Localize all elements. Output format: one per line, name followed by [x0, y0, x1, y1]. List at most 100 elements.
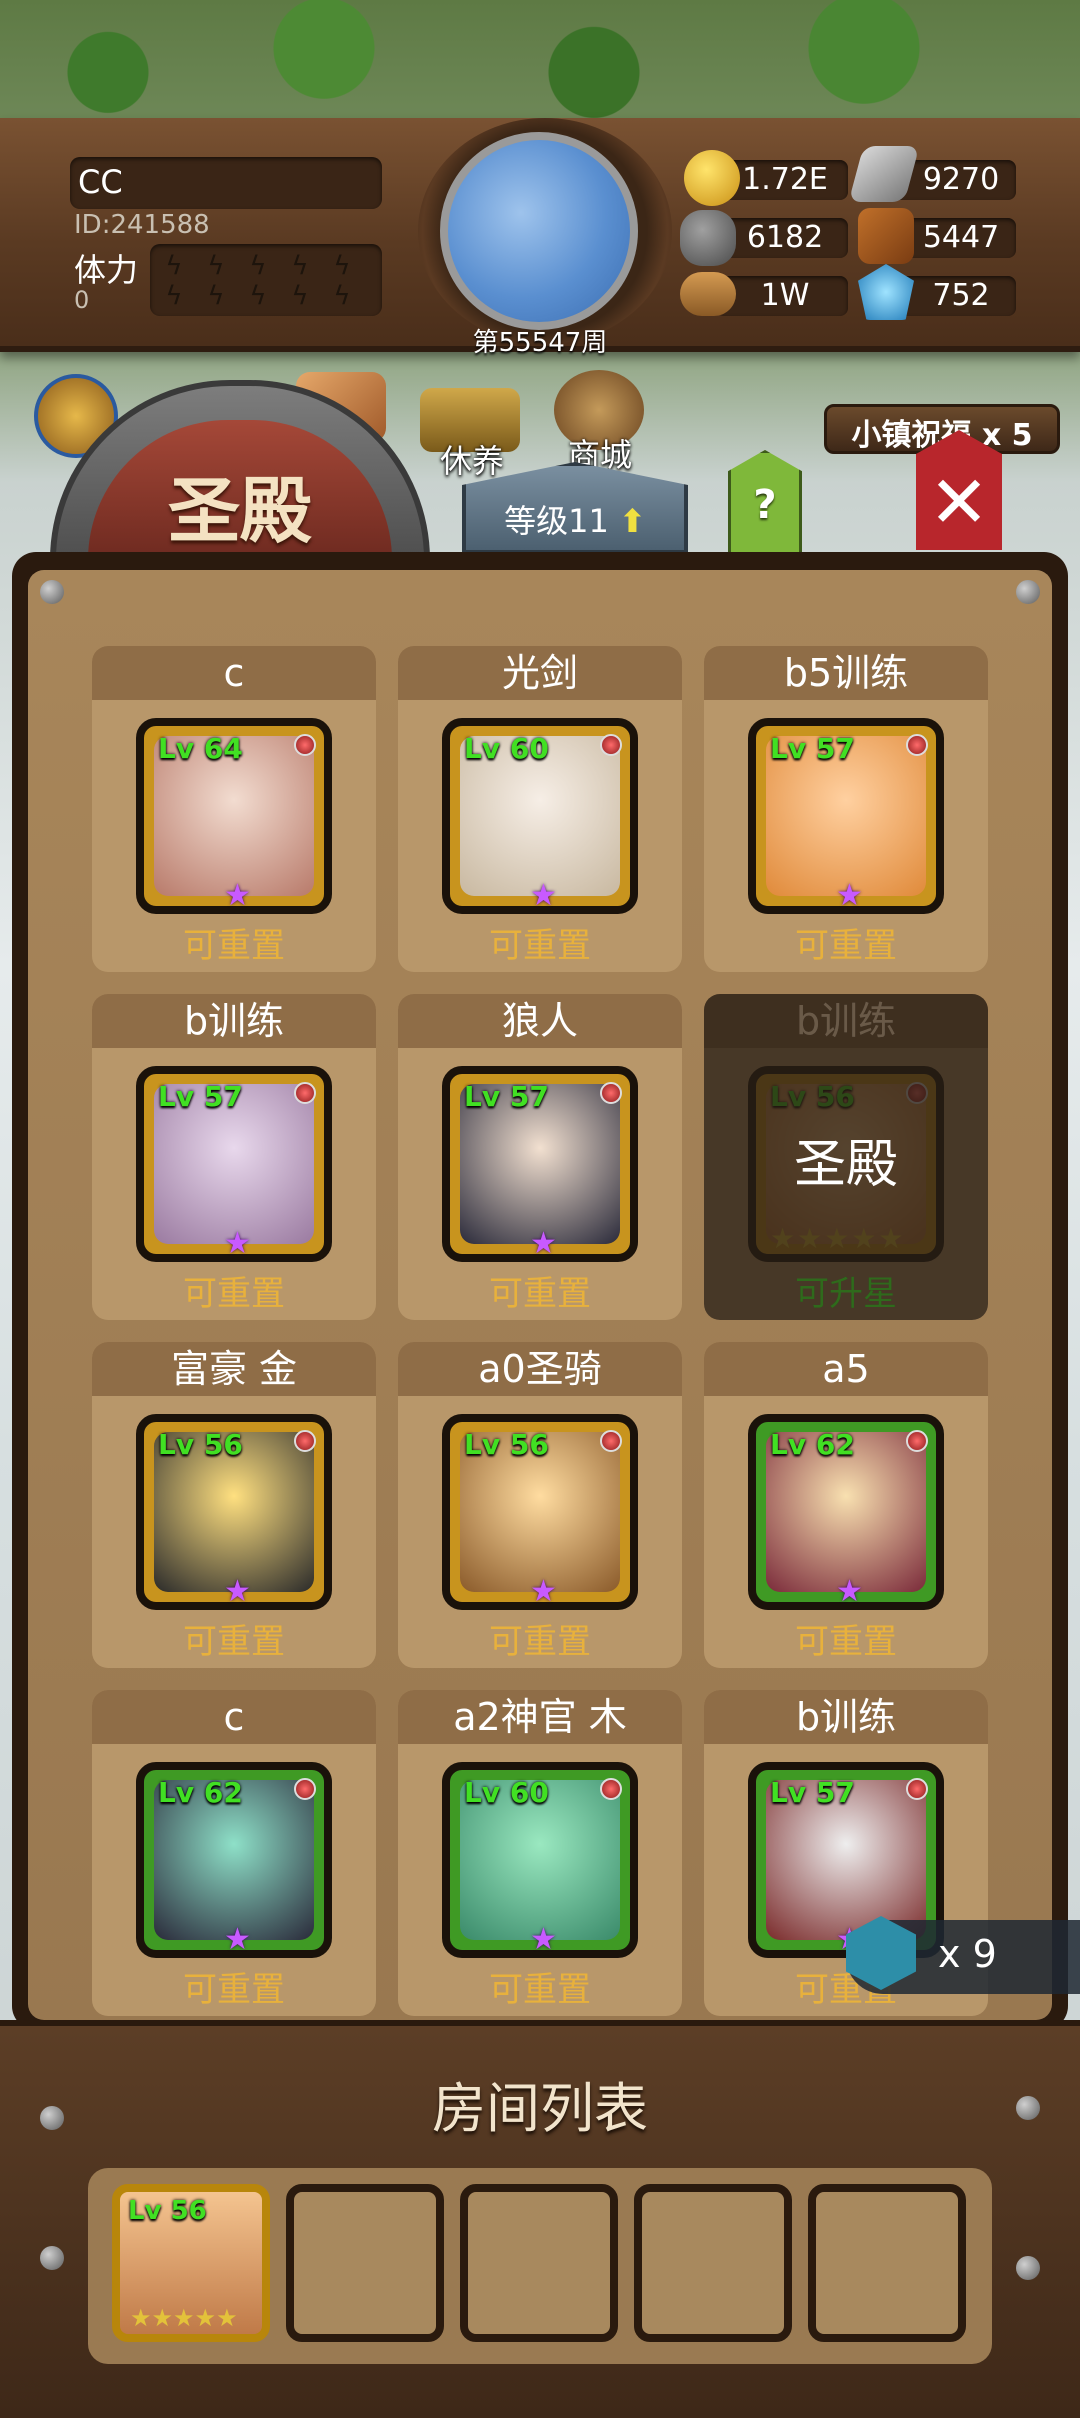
hero-card[interactable]: a2神官 木 Lv 60 ★ 可重置	[398, 1690, 682, 2016]
notification-dot	[294, 1778, 316, 1800]
star-icon: ★	[224, 1922, 251, 1957]
notification-dot	[600, 1778, 622, 1800]
notification-dot	[600, 1082, 622, 1104]
notification-dot	[294, 1082, 316, 1104]
room-slot-empty[interactable]	[634, 2184, 792, 2342]
hero-name: 富豪 金	[92, 1342, 376, 1396]
hero-portrait[interactable]: Lv 56 ★	[442, 1414, 638, 1610]
hero-status-dimmed: 可升星	[795, 1274, 897, 1314]
star-icon: ★	[530, 878, 557, 913]
hero-name: b训练	[704, 1690, 988, 1744]
room-list-title: 房间列表	[432, 2077, 648, 2140]
stone-icon	[680, 210, 736, 266]
close-icon[interactable]: ✕	[916, 462, 1002, 542]
hero-card[interactable]: 富豪 金 Lv 56 ★ 可重置	[92, 1342, 376, 1668]
star-icon: ★	[836, 878, 863, 913]
hero-card[interactable]: b5训练 Lv 57 ★ 可重置	[704, 646, 988, 972]
hero-level: Lv 57	[770, 732, 855, 765]
player-id: ID:241588	[74, 210, 210, 240]
hero-portrait[interactable]: Lv 57 ★	[442, 1066, 638, 1262]
rivet	[40, 2246, 64, 2270]
hero-name: a0圣骑	[398, 1342, 682, 1396]
leather-value: 5447	[922, 220, 1000, 255]
wood-value: 1W	[760, 278, 810, 313]
hero-status: 可重置	[183, 1274, 285, 1314]
star-icon: ★	[836, 1574, 863, 1609]
hero-level: Lv 57	[770, 1776, 855, 1809]
hero-portrait[interactable]: Lv 56 ★	[136, 1414, 332, 1610]
hero-status: 可重置	[489, 1622, 591, 1662]
star-icon: ★	[530, 1922, 557, 1957]
token-count: x 9	[938, 1932, 997, 1976]
five-star-rating: ★★★★★	[130, 2304, 238, 2332]
hero-status: 可重置	[489, 1970, 591, 2010]
player-name: CC	[78, 163, 123, 201]
hero-card[interactable]: 光剑 Lv 60 ★ 可重置	[398, 646, 682, 972]
hero-card[interactable]: 狼人 Lv 57 ★ 可重置	[398, 994, 682, 1320]
star-icon: ★	[224, 878, 251, 913]
hero-name: 狼人	[398, 994, 682, 1048]
notification-dot	[906, 734, 928, 756]
level-label[interactable]: 等级11 ⬆	[462, 496, 688, 542]
hero-card[interactable]: c Lv 64 ★ 可重置	[92, 646, 376, 972]
hero-card[interactable]: a5 Lv 62 ★ 可重置	[704, 1342, 988, 1668]
hero-portrait[interactable]: Lv 57 ★	[748, 718, 944, 914]
hero-name: c	[92, 646, 376, 700]
star-icon: ★	[530, 1574, 557, 1609]
hero-name: b5训练	[704, 646, 988, 700]
in-sanctuary-label: 圣殿	[793, 1135, 898, 1195]
page-title: 圣殿	[167, 469, 312, 553]
star-icon: ★	[224, 1574, 251, 1609]
hero-status: 可重置	[183, 1970, 285, 2010]
hero-card[interactable]: c Lv 62 ★ 可重置	[92, 1690, 376, 2016]
hero-portrait[interactable]: Lv 60 ★	[442, 718, 638, 914]
star-icon: ★	[530, 1226, 557, 1261]
hero-status: 可重置	[183, 1622, 285, 1662]
week-counter: 第55547周	[472, 328, 608, 358]
stone-value: 6182	[746, 220, 824, 255]
hero-level: Lv 64	[158, 732, 243, 765]
hero-card[interactable]: b训练 Lv 57 ★ 可重置	[92, 994, 376, 1320]
slot-level: Lv 56	[128, 2196, 207, 2226]
hero-portrait[interactable]: Lv 62 ★	[136, 1762, 332, 1958]
lightning-icon: ϟ	[291, 251, 309, 281]
hero-status: 可重置	[489, 926, 591, 966]
lightning-icon: ϟ	[249, 281, 267, 311]
iron-value: 9270	[922, 162, 1000, 197]
lightning-icon: ϟ	[207, 281, 225, 311]
lightning-icon: ϟ	[249, 251, 267, 281]
room-slot-empty[interactable]	[286, 2184, 444, 2342]
notification-dot	[600, 1430, 622, 1452]
crystal-value: 752	[932, 278, 990, 313]
hero-name: a5	[704, 1342, 988, 1396]
room-slot-empty[interactable]	[460, 2184, 618, 2342]
stamina-label: 体力	[74, 251, 139, 289]
hero-name: 光剑	[398, 646, 682, 700]
notification-dot	[294, 734, 316, 756]
hero-card[interactable]: a0圣骑 Lv 56 ★ 可重置	[398, 1342, 682, 1668]
rivet	[40, 580, 64, 604]
lightning-icon: ϟ	[291, 281, 309, 311]
arrow-up-icon: ⬆	[619, 502, 646, 540]
hero-status: 可重置	[489, 1274, 591, 1314]
hero-portrait[interactable]: Lv 60 ★	[442, 1762, 638, 1958]
hero-status: 可重置	[795, 926, 897, 966]
notification-dot	[600, 734, 622, 756]
hero-status: 可重置	[183, 926, 285, 966]
world-globe[interactable]	[440, 132, 638, 330]
hero-portrait[interactable]: Lv 62 ★	[748, 1414, 944, 1610]
hero-level: Lv 62	[770, 1428, 855, 1461]
notification-dot	[906, 1778, 928, 1800]
gold-value: 1.72E	[742, 162, 828, 197]
hero-status: 可重置	[795, 1622, 897, 1662]
rivet	[1016, 580, 1040, 604]
rivet	[1016, 2256, 1040, 2280]
hero-name: b训练	[92, 994, 376, 1048]
help-label[interactable]: ?	[728, 482, 802, 528]
hero-card[interactable]: b训练Lv 56★★★★★可升星b训练圣殿可升星	[704, 994, 988, 1320]
room-slot-empty[interactable]	[808, 2184, 966, 2342]
hero-portrait[interactable]: Lv 64 ★	[136, 718, 332, 914]
room-slot-occupied[interactable]: Lv 56 ★★★★★	[112, 2184, 270, 2342]
rest-label[interactable]: 休养	[440, 436, 504, 482]
hero-portrait[interactable]: Lv 57 ★	[136, 1066, 332, 1262]
